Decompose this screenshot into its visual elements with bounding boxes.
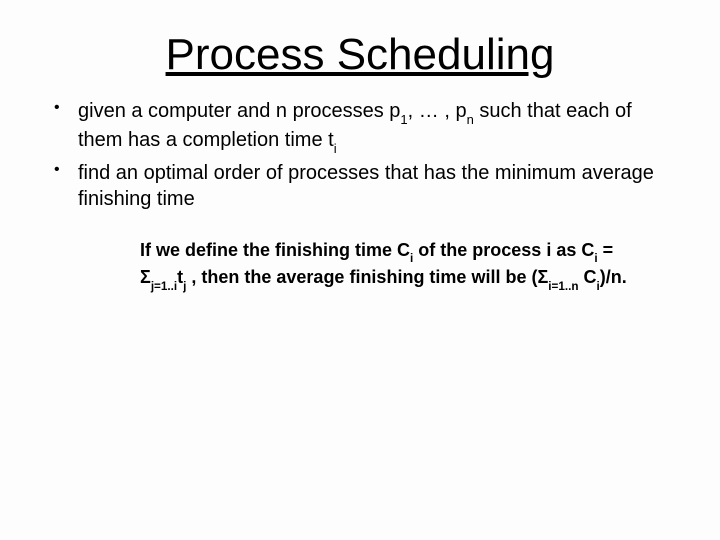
bullet-list: given a computer and n processes p1, … ,… [30,98,690,212]
subscript: i=1..n [548,280,578,293]
note-text: If we define the finishing time C [140,240,410,260]
bullet-text: given a computer and n processes p [78,100,400,122]
subscript: i [596,280,599,293]
slide-title: Process Scheduling [30,30,690,80]
subscript: 1 [400,112,407,127]
subscript: j [183,280,186,293]
subscript: n [467,112,474,127]
subscript: i [410,252,413,265]
bullet-text: find an optimal order of processes that … [78,162,654,210]
subscript: i [334,141,337,156]
note-text: , then the average finishing time will b… [186,267,548,287]
note-text: C [578,267,596,287]
subscript: j=1..i [151,280,177,293]
bullet-item: given a computer and n processes p1, … ,… [40,98,680,156]
note-text: )/n. [600,267,627,287]
subscript: i [594,252,597,265]
note-text: of the process i as C [413,240,594,260]
definition-note: If we define the finishing time Ci of th… [140,238,630,293]
slide: Process Scheduling given a computer and … [0,0,720,540]
bullet-text: , … , p [408,100,467,122]
bullet-item: find an optimal order of processes that … [40,160,680,212]
